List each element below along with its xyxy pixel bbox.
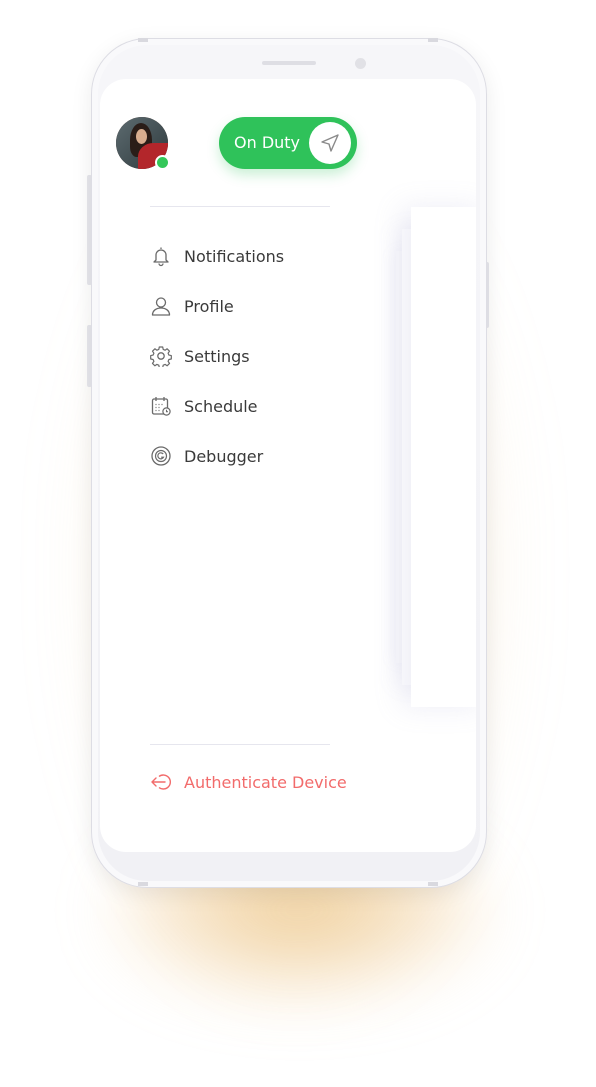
menu-item-label: Schedule xyxy=(184,396,258,416)
background-screen-card[interactable] xyxy=(411,207,476,707)
menu-item-label: Profile xyxy=(184,296,234,316)
phone-frame-mark xyxy=(428,38,438,42)
debug-icon xyxy=(150,445,172,467)
on-duty-toggle[interactable]: On Duty xyxy=(219,117,357,169)
user-icon xyxy=(150,295,172,317)
authenticate-device-button[interactable]: Authenticate Device xyxy=(150,771,347,793)
menu-item-label: Debugger xyxy=(184,446,264,466)
logout-arrow-icon xyxy=(150,771,174,793)
stage: On Duty Notifications Profile Settings S… xyxy=(0,0,596,1087)
phone-speaker xyxy=(262,61,316,65)
menu-item-label: Settings xyxy=(184,346,250,366)
bell-icon xyxy=(150,245,172,267)
phone-camera xyxy=(355,58,366,69)
side-menu: Notifications Profile Settings Schedule … xyxy=(150,231,390,481)
header-divider xyxy=(150,206,330,207)
calendar-icon xyxy=(150,395,172,417)
gear-icon xyxy=(150,345,172,367)
phone-frame-mark xyxy=(138,882,148,886)
phone-frame-mark xyxy=(138,38,148,42)
menu-item-schedule[interactable]: Schedule xyxy=(150,381,390,431)
menu-item-settings[interactable]: Settings xyxy=(150,331,390,381)
on-duty-label: On Duty xyxy=(234,133,301,152)
menu-item-notifications[interactable]: Notifications xyxy=(150,231,390,281)
online-status-dot xyxy=(155,155,170,170)
menu-item-debugger[interactable]: Debugger xyxy=(150,431,390,481)
authenticate-device-label: Authenticate Device xyxy=(184,772,347,792)
send-icon xyxy=(321,134,339,152)
avatar-face xyxy=(136,129,147,144)
menu-item-label: Notifications xyxy=(184,246,285,266)
footer-divider xyxy=(150,744,330,745)
phone-screen: On Duty Notifications Profile Settings S… xyxy=(100,79,476,852)
menu-item-profile[interactable]: Profile xyxy=(150,281,390,331)
toggle-knob[interactable] xyxy=(309,122,351,164)
phone-frame-mark xyxy=(428,882,438,886)
